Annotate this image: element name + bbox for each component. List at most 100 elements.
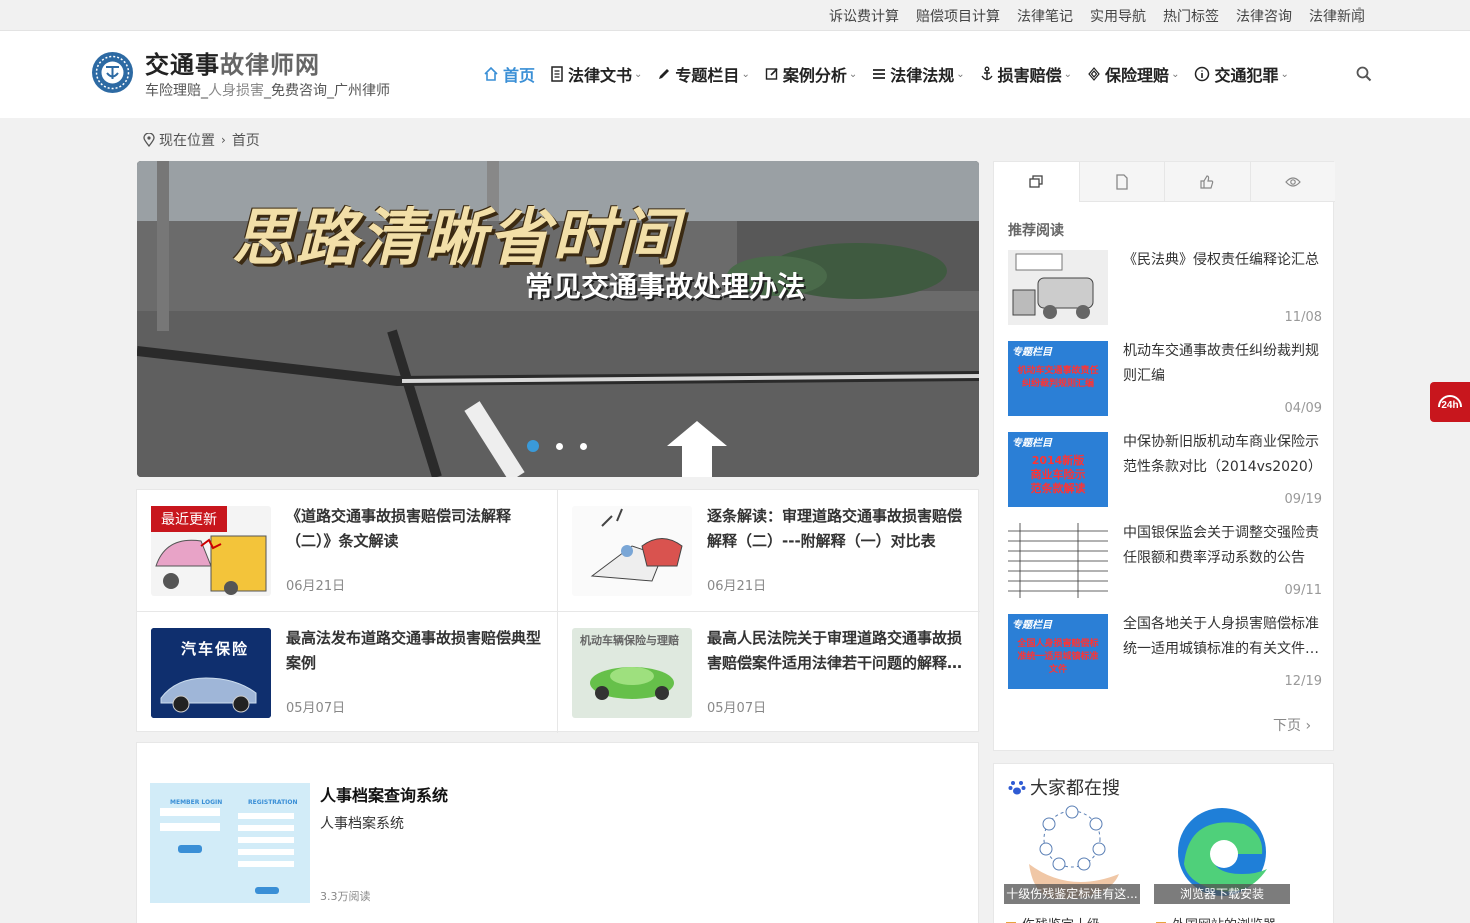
- slider-dot-3[interactable]: [580, 442, 587, 450]
- feature-thumbnail[interactable]: MEMBER LOGIN REGISTRATION: [150, 783, 310, 903]
- next-page-link[interactable]: 下页 ›: [1273, 715, 1311, 735]
- feature-card[interactable]: MEMBER LOGIN REGISTRATION 人事档案查询系统 人事档案系…: [136, 742, 979, 923]
- thumb-text: 2014新版商业车险示范条款解读: [1030, 454, 1086, 495]
- feature-title[interactable]: 人事档案查询系统: [320, 782, 448, 806]
- sidebar-recommend: 推荐阅读 《民法典》侵权责任编释论汇总 11/08 专题栏目 机动车交通事故责任…: [993, 161, 1335, 751]
- sidebar-item-title[interactable]: 全国各地关于人身损害赔偿标准统一适用城镇标准的有关文件汇总: [1123, 612, 1323, 662]
- post-date: 05月07日: [707, 701, 767, 716]
- post-card[interactable]: 汽车保险 最高法发布道路交通事故损害赔偿典型案例 05月07日: [137, 612, 558, 733]
- tab-views[interactable]: [1249, 162, 1335, 202]
- eye-icon: [1284, 176, 1301, 187]
- copy-icon: [1029, 175, 1043, 188]
- sidebar-heading: 推荐阅读: [1008, 223, 1064, 239]
- post-date: 06月21日: [707, 579, 767, 594]
- post-title[interactable]: 最高人民法院关于审理道路交通事故损害赔偿案件适用法律若干问题的解释（一）: [707, 626, 969, 676]
- nav-label: 案例分析: [782, 66, 847, 85]
- support-24h-button[interactable]: 24h: [1430, 382, 1470, 422]
- slider-headline: 思路清晰省时间: [232, 201, 681, 274]
- sidebar-tabs: [994, 162, 1335, 202]
- top-bar: 诉讼费计算 赔偿项目计算 法律笔记 实用导航 热门标签 法律咨询 法律新闻: [0, 0, 1470, 31]
- post-title[interactable]: 最高法发布道路交通事故损害赔偿典型案例: [286, 626, 548, 676]
- hot-search-title: 大家都在搜: [1030, 778, 1120, 799]
- hot-search-card[interactable]: 十级伤残鉴定标准有这...: [1004, 804, 1140, 904]
- sidebar-thumbnail[interactable]: [1008, 250, 1108, 325]
- post-thumbnail[interactable]: [572, 506, 692, 596]
- sidebar-thumbnail[interactable]: [1008, 523, 1108, 598]
- tab-recommend[interactable]: [994, 162, 1079, 202]
- subtitle-part1: 车险理赔_: [145, 83, 208, 99]
- slider-dot-1[interactable]: [527, 440, 539, 452]
- site-logo[interactable]: [91, 51, 134, 94]
- sidebar-item-date: 09/11: [1284, 583, 1322, 598]
- thumb-tag: 专题栏目: [1012, 347, 1052, 358]
- hot-search-link[interactable]: 伤残鉴定十级: [1006, 914, 1100, 923]
- hot-search-card[interactable]: 浏览器下载安装: [1154, 804, 1290, 904]
- site-title[interactable]: 交通事故律师网: [145, 45, 320, 80]
- post-thumb-text: 汽车保险: [181, 640, 250, 658]
- top-link-litigation-fee[interactable]: 诉讼费计算: [829, 6, 899, 26]
- paw-icon: [1008, 781, 1026, 795]
- post-title[interactable]: 《道路交通事故损害赔偿司法解释（二）》条文解读: [286, 504, 548, 554]
- thumb-text: 全国人身损害赔偿标准统一适用城镇标准文件: [1017, 639, 1099, 675]
- sidebar-item[interactable]: 专题栏目 全国人身损害赔偿标准统一适用城镇标准文件 全国各地关于人身损害赔偿标准…: [1008, 614, 1328, 689]
- sidebar-item-title[interactable]: 机动车交通事故责任纠纷裁判规则汇编: [1123, 339, 1323, 389]
- sidebar-item[interactable]: 中国银保监会关于调整交强险责任限额和费率浮动系数的公告 09/11: [1008, 523, 1328, 598]
- nav-item-legal-docs[interactable]: 法律文书 ⌄: [550, 62, 642, 86]
- chevron-down-icon: ⌄: [634, 68, 643, 80]
- post-card[interactable]: 最近更新 《道路交通事故损害赔偿司法解释（二）》条文解读 06月21日: [137, 490, 558, 611]
- thumb-tag: 专题栏目: [1012, 438, 1052, 449]
- nav-label: 法律文书: [568, 66, 633, 85]
- nav-item-insurance[interactable]: 保险理赔 ⌄: [1087, 62, 1179, 86]
- post-card[interactable]: 逐条解读：审理道路交通事故损害赔偿解释（二）---附解释（一）对比表 06月21…: [558, 490, 979, 611]
- slider-dot-2[interactable]: [556, 442, 563, 450]
- breadcrumb-home[interactable]: 首页: [232, 130, 260, 150]
- post-thumbnail[interactable]: 机动车辆保险与理赔: [572, 628, 692, 718]
- nav-label: 损害赔偿: [997, 66, 1062, 85]
- top-link-consult[interactable]: 法律咨询: [1236, 6, 1292, 26]
- sidebar-thumbnail[interactable]: 专题栏目 2014新版商业车险示范条款解读: [1008, 432, 1108, 507]
- nav-label: 法律法规: [890, 66, 955, 85]
- top-link-legal-notes[interactable]: 法律笔记: [1017, 6, 1073, 26]
- site-header: 交通事故律师网 车险理赔_人身损害_免费咨询_广州律师 首页 法律文书 ⌄ 专题栏…: [0, 31, 1470, 118]
- nav-item-home[interactable]: 首页: [483, 62, 535, 86]
- sidebar-item-title[interactable]: 中国银保监会关于调整交强险责任限额和费率浮动系数的公告: [1123, 521, 1323, 571]
- top-link-compensation-calc[interactable]: 赔偿项目计算: [916, 6, 1000, 26]
- tab-latest[interactable]: [1078, 162, 1164, 202]
- nav-item-traffic-crime[interactable]: 交通犯罪 ⌄: [1194, 62, 1289, 86]
- nav-label: 首页: [503, 66, 536, 85]
- nav-item-laws[interactable]: 法律法规 ⌄: [872, 62, 965, 86]
- feature-desc: 人事档案系统: [320, 816, 404, 832]
- post-thumbnail[interactable]: 汽车保险: [151, 628, 271, 718]
- chevron-down-icon: ⌄: [848, 68, 858, 80]
- sidebar-item-title[interactable]: 《民法典》侵权责任编释论汇总: [1123, 248, 1323, 273]
- latest-badge: 最近更新: [151, 506, 227, 532]
- hot-search-link[interactable]: 外国网站的浏览器: [1156, 914, 1276, 923]
- post-title[interactable]: 逐条解读：审理道路交通事故损害赔偿解释（二）---附解释（一）对比表: [707, 504, 969, 554]
- top-link-navigation[interactable]: 实用导航: [1090, 6, 1146, 26]
- thumb-text: 机动车交通事故责任纠纷裁判规则汇编: [1017, 366, 1099, 389]
- svg-text:24h: 24h: [1441, 400, 1458, 411]
- post-card[interactable]: 机动车辆保险与理赔 最高人民法院关于审理道路交通事故损害赔偿案件适用法律若干问题…: [558, 612, 979, 733]
- sidebar-item[interactable]: 专题栏目 机动车交通事故责任纠纷裁判规则汇编 机动车交通事故责任纠纷裁判规则汇编…: [1008, 341, 1328, 416]
- sidebar-item[interactable]: 专题栏目 2014新版商业车险示范条款解读 中保协新旧版机动车商业保险示范性条款…: [1008, 432, 1328, 507]
- sidebar-item-title[interactable]: 中保协新旧版机动车商业保险示范性条款对比（2014vs2020）: [1123, 430, 1323, 480]
- chevron-down-icon: ⌄: [1063, 68, 1073, 80]
- site-title-part2: 故律师网: [220, 51, 320, 79]
- search-icon[interactable]: [1356, 66, 1372, 82]
- hot-search-link-text: 外国网站的浏览器: [1172, 914, 1276, 923]
- anchor-icon: [981, 66, 993, 81]
- 24h-service-icon: 24h: [1438, 395, 1462, 411]
- nav-item-damages[interactable]: 损害赔偿 ⌄: [980, 62, 1072, 86]
- sidebar-thumbnail[interactable]: 专题栏目 机动车交通事故责任纠纷裁判规则汇编: [1008, 341, 1108, 416]
- chevron-down-icon: ⌄: [741, 68, 750, 80]
- chevron-down-icon: ⌄: [1280, 68, 1289, 80]
- sidebar-thumbnail[interactable]: 专题栏目 全国人身损害赔偿标准统一适用城镇标准文件: [1008, 614, 1108, 689]
- hero-slider[interactable]: 思路清晰省时间 常见交通事故处理办法: [137, 161, 979, 477]
- nav-item-case-analysis[interactable]: 案例分析 ⌄: [765, 62, 857, 86]
- top-link-hot-tags[interactable]: 热门标签: [1163, 6, 1219, 26]
- sidebar-item[interactable]: 《民法典》侵权责任编释论汇总 11/08: [1008, 250, 1328, 325]
- nav-item-topics[interactable]: 专题栏目 ⌄: [657, 62, 750, 86]
- tab-likes[interactable]: [1164, 162, 1250, 202]
- sidebar-item-date: 12/19: [1284, 674, 1322, 689]
- more-vertical-icon[interactable]: [1356, 7, 1362, 23]
